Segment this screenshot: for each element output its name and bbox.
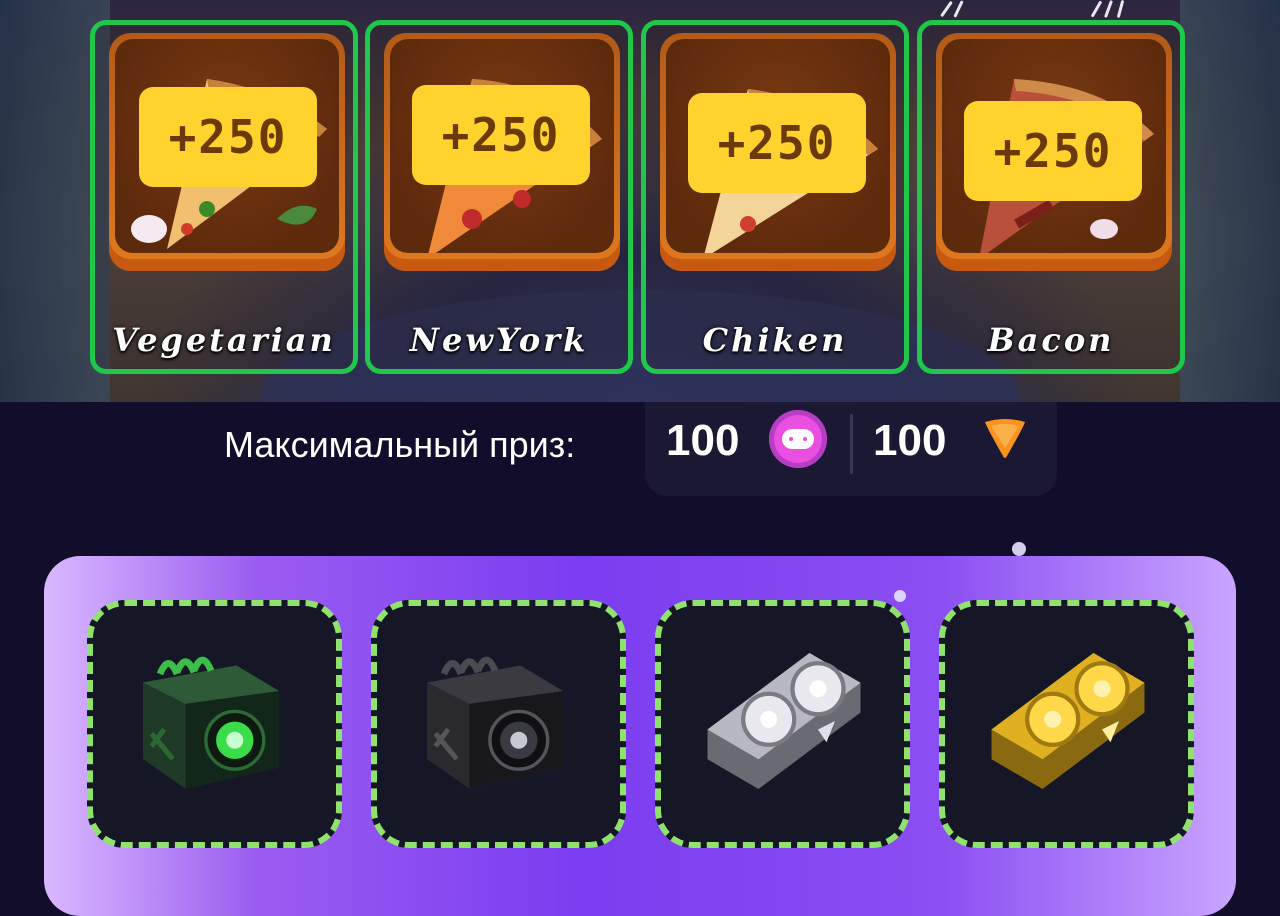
reward-slot-silver-gpu[interactable]	[655, 600, 910, 848]
bonus-badge: +250	[412, 85, 590, 185]
pizza-name: NewYork	[409, 321, 589, 359]
pizza-tile: +250	[660, 33, 896, 271]
pizza-name: Chiken	[702, 321, 848, 359]
prize-divider	[850, 414, 853, 474]
reward-slot-gold-gpu[interactable]	[939, 600, 1194, 848]
sparkle-icon	[935, 0, 995, 20]
reward-slot-black-miner[interactable]	[371, 600, 626, 848]
bonus-badge: +250	[139, 87, 317, 187]
pizza-name: Vegetarian	[112, 321, 336, 359]
pizza-card-newyork[interactable]: +250 NewYork	[365, 20, 633, 374]
pizza-card-vegetarian[interactable]: +250 Vegetarian	[90, 20, 358, 374]
pizza-tile: +250	[109, 33, 345, 271]
pizza-name: Bacon	[987, 321, 1115, 359]
bonus-badge: +250	[964, 101, 1142, 201]
pizza-tile: +250	[384, 33, 620, 271]
green-miner-icon	[143, 656, 279, 789]
sparkle-icon	[1085, 0, 1145, 20]
reward-slot-green-miner[interactable]	[87, 600, 342, 848]
silver-gpu-icon	[707, 653, 861, 789]
pizza-card-chiken[interactable]: +250 Chiken	[641, 20, 909, 374]
prize-gems-value: 100	[873, 416, 947, 465]
pizza-tile: +250	[936, 33, 1172, 271]
gold-gpu-icon	[991, 653, 1145, 789]
black-miner-icon	[427, 656, 563, 789]
gamepad-coin-icon	[769, 410, 827, 468]
bonus-badge: +250	[688, 93, 866, 193]
orange-gem-icon	[985, 419, 1025, 458]
prize-coins-value: 100	[666, 416, 740, 465]
max-prize-label: Максимальный приз:	[224, 424, 576, 465]
pizza-card-bacon[interactable]: +250 Bacon	[917, 20, 1185, 374]
